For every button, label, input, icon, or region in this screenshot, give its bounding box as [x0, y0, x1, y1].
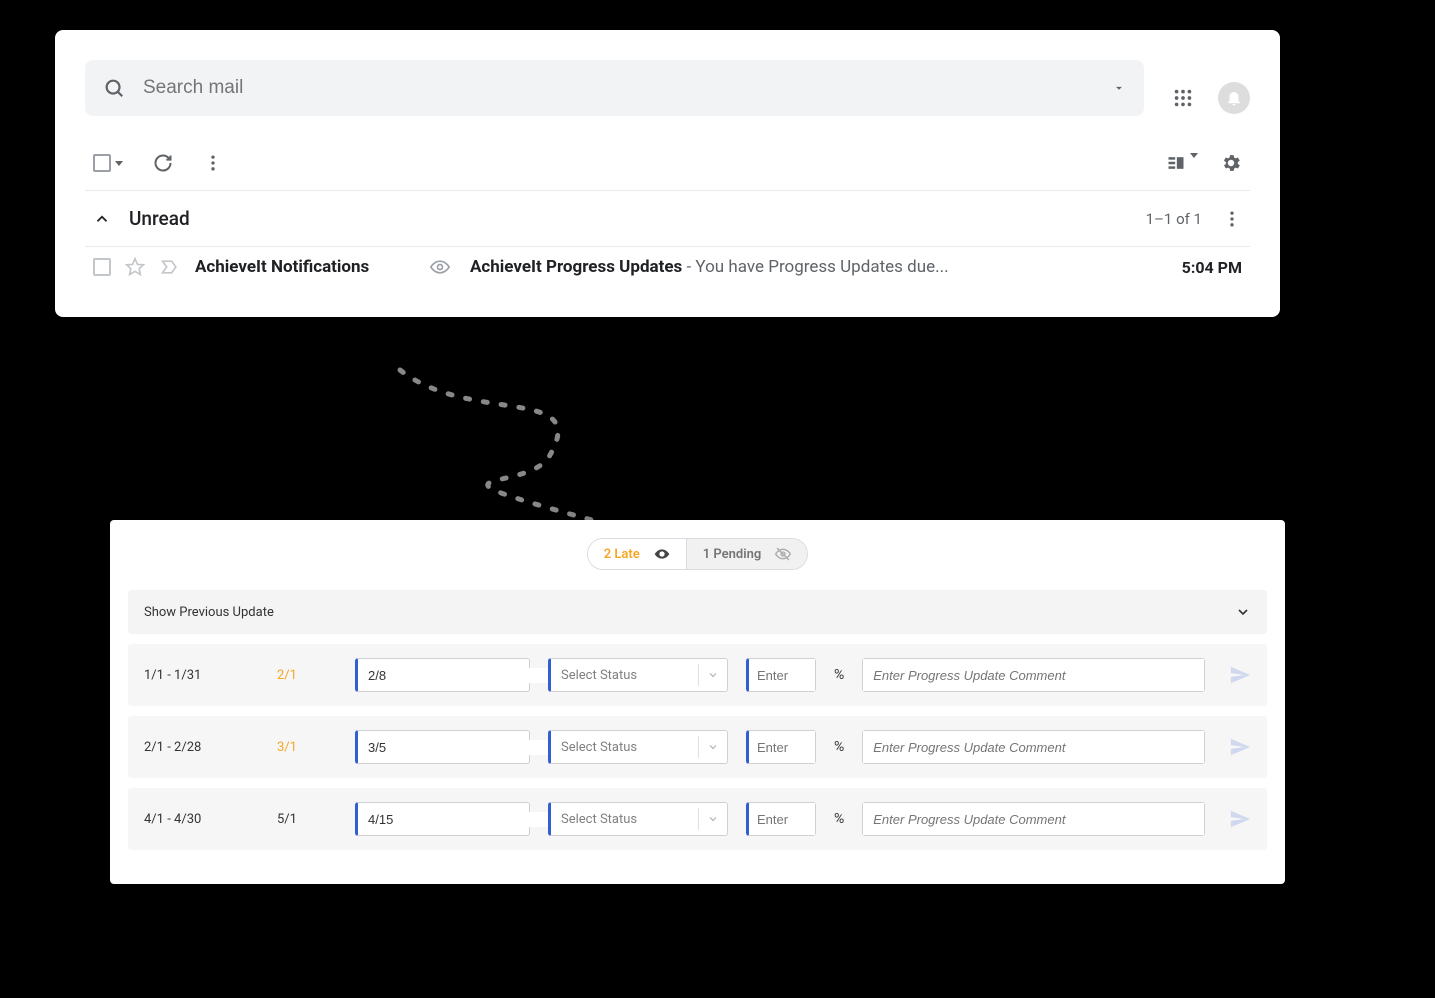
show-previous-toggle[interactable]: Show Previous Update — [128, 590, 1267, 634]
date-input[interactable] — [358, 668, 554, 683]
search-options-caret-icon[interactable] — [1112, 81, 1126, 95]
update-row: 2/1 - 2/28 3/1 Select Status % — [128, 716, 1267, 778]
late-filter-label: 2 Late — [604, 547, 640, 562]
status-select[interactable]: Select Status — [548, 802, 728, 836]
email-row[interactable]: AchieveIt Notifications AchieveIt Progre… — [85, 246, 1250, 287]
search-icon — [103, 77, 125, 99]
status-placeholder: Select Status — [561, 812, 637, 827]
progress-updates-card: 2 Late 1 Pending Show Previous Update 1/… — [110, 520, 1285, 884]
date-picker[interactable] — [355, 658, 530, 692]
send-icon[interactable] — [1229, 664, 1251, 686]
email-separator: - — [682, 257, 695, 277]
collapse-chevron-icon[interactable] — [93, 210, 111, 228]
email-subject-line: AchieveIt Progress Updates - You have Pr… — [470, 257, 949, 277]
star-icon[interactable] — [125, 257, 145, 277]
comment-input-wrap[interactable] — [862, 802, 1205, 836]
percent-input[interactable] — [749, 659, 815, 691]
select-caret-icon — [707, 669, 719, 681]
eye-hidden-icon — [775, 546, 791, 562]
percent-label: % — [834, 667, 844, 683]
show-previous-label: Show Previous Update — [144, 605, 274, 620]
connector-arrow-icon — [270, 365, 670, 535]
select-caret-icon[interactable] — [115, 161, 123, 166]
email-sender: AchieveIt Notifications — [195, 257, 410, 277]
section-title: Unread — [129, 207, 190, 230]
date-range: 2/1 - 2/28 — [144, 740, 259, 755]
email-inbox-card: Unread 1–1 of 1 AchieveIt Notifications … — [55, 30, 1280, 317]
refresh-icon[interactable] — [153, 153, 173, 173]
select-all-checkbox[interactable] — [93, 154, 123, 172]
comment-input[interactable] — [863, 659, 1204, 691]
search-bar[interactable] — [85, 60, 1144, 116]
send-icon[interactable] — [1229, 736, 1251, 758]
search-input[interactable] — [143, 77, 1102, 99]
inbox-toolbar — [85, 136, 1250, 191]
chevron-down-icon — [1235, 604, 1251, 620]
date-range: 4/1 - 4/30 — [144, 812, 259, 827]
select-caret-icon — [707, 741, 719, 753]
date-picker[interactable] — [355, 802, 530, 836]
date-input[interactable] — [358, 812, 554, 827]
due-date: 3/1 — [277, 740, 337, 755]
email-subject: AchieveIt Progress Updates — [470, 257, 682, 277]
status-filter-toggle: 2 Late 1 Pending — [587, 538, 809, 570]
send-icon[interactable] — [1229, 808, 1251, 830]
comment-input-wrap[interactable] — [862, 658, 1205, 692]
important-label-icon[interactable] — [159, 257, 181, 277]
pending-filter-label: 1 Pending — [703, 547, 762, 562]
comment-input-wrap[interactable] — [862, 730, 1205, 764]
more-menu-icon[interactable] — [203, 153, 223, 173]
tracking-eye-icon — [430, 257, 450, 277]
status-select[interactable]: Select Status — [548, 730, 728, 764]
status-select[interactable]: Select Status — [548, 658, 728, 692]
date-range: 1/1 - 1/31 — [144, 668, 259, 683]
date-picker[interactable] — [355, 730, 530, 764]
percent-label: % — [834, 739, 844, 755]
update-row: 4/1 - 4/30 5/1 Select Status % — [128, 788, 1267, 850]
percent-input-wrap[interactable] — [746, 730, 816, 764]
comment-input[interactable] — [863, 731, 1204, 763]
percent-input-wrap[interactable] — [746, 658, 816, 692]
status-placeholder: Select Status — [561, 668, 637, 683]
percent-label: % — [834, 811, 844, 827]
email-time: 5:04 PM — [1182, 258, 1242, 277]
update-row: 1/1 - 1/31 2/1 Select Status % — [128, 644, 1267, 706]
row-checkbox[interactable] — [93, 258, 111, 276]
late-filter-tab[interactable]: 2 Late — [588, 539, 687, 569]
date-input[interactable] — [358, 740, 554, 755]
comment-input[interactable] — [863, 803, 1204, 835]
due-date: 2/1 — [277, 668, 337, 683]
section-more-icon[interactable] — [1222, 209, 1242, 229]
unread-section-header: Unread 1–1 of 1 — [85, 191, 1250, 246]
split-pane-icon[interactable] — [1166, 153, 1198, 173]
apps-grid-icon[interactable] — [1172, 87, 1194, 109]
percent-input-wrap[interactable] — [746, 802, 816, 836]
notifications-bell-icon[interactable] — [1218, 82, 1250, 114]
due-date: 5/1 — [277, 812, 337, 827]
pending-filter-tab[interactable]: 1 Pending — [687, 539, 808, 569]
percent-input[interactable] — [749, 803, 815, 835]
percent-input[interactable] — [749, 731, 815, 763]
section-count: 1–1 of 1 — [1146, 210, 1202, 228]
search-header-row — [85, 60, 1250, 136]
eye-visible-icon — [654, 546, 670, 562]
email-snippet: You have Progress Updates due... — [695, 257, 948, 277]
settings-gear-icon[interactable] — [1220, 152, 1242, 174]
select-caret-icon — [707, 813, 719, 825]
header-icons — [1172, 82, 1250, 114]
status-placeholder: Select Status — [561, 740, 637, 755]
